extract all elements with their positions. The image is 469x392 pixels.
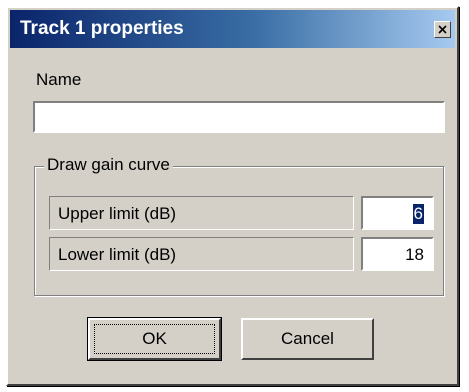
gain-curve-group (34, 166, 444, 296)
upper-limit-input[interactable]: 6 (361, 196, 434, 230)
ok-button-focus-rect (94, 324, 215, 354)
ok-button[interactable]: OK (87, 317, 222, 361)
upper-limit-value: 6 (412, 204, 424, 224)
window-title: Track 1 properties (20, 18, 184, 39)
lower-limit-label-cell: Lower limit (dB) (49, 237, 354, 271)
lower-limit-label: Lower limit (dB) (58, 245, 177, 264)
close-icon (438, 25, 447, 34)
name-input[interactable] (33, 101, 445, 133)
title-bar[interactable]: Track 1 properties (10, 10, 455, 48)
name-label: Name (36, 70, 82, 89)
upper-limit-label: Upper limit (dB) (58, 204, 177, 223)
cancel-button-label: Cancel (281, 329, 334, 348)
upper-limit-label-cell: Upper limit (dB) (49, 196, 354, 230)
lower-limit-value: 18 (405, 245, 424, 264)
cancel-button[interactable]: Cancel (241, 318, 374, 360)
gain-curve-group-legend: Draw gain curve (44, 155, 173, 175)
lower-limit-input[interactable]: 18 (361, 237, 434, 271)
close-button[interactable] (434, 21, 451, 38)
